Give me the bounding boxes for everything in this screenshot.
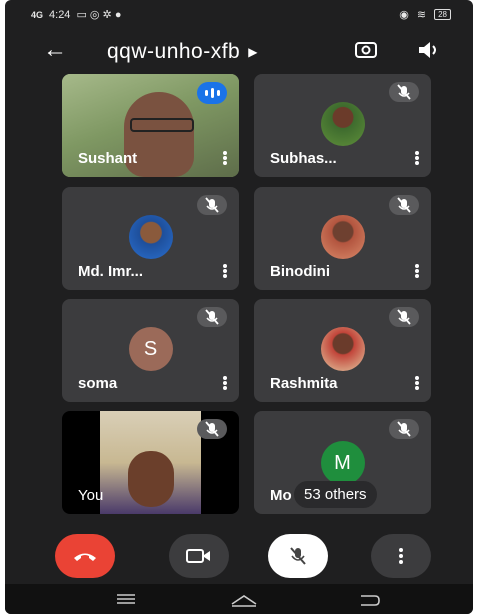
- more-options-icon[interactable]: [223, 264, 227, 278]
- back-nav-icon[interactable]: [357, 592, 381, 608]
- home-icon[interactable]: [229, 592, 259, 608]
- avatar: [128, 215, 173, 259]
- notification-icons: ▭ ◎ ✲ ●: [76, 9, 122, 21]
- status-bar: 4G 4:24 ▭ ◎ ✲ ● ◉ ≋ 28: [5, 0, 473, 28]
- recents-icon[interactable]: [115, 592, 137, 606]
- participant-name: You: [78, 487, 104, 504]
- system-nav-bar: [5, 584, 473, 614]
- participant-name: Binodini: [270, 263, 330, 280]
- mic-off-icon: [197, 195, 227, 215]
- participant-tile[interactable]: Md. Imr...: [62, 187, 239, 290]
- participant-glasses: [130, 118, 194, 132]
- avatar-initial: M: [334, 451, 351, 474]
- avatar: M: [320, 441, 365, 485]
- caret-right-icon: ▶: [248, 45, 258, 59]
- avatar-initial: S: [143, 337, 158, 360]
- mic-off-icon: [389, 82, 419, 102]
- video-camera-icon: [186, 549, 210, 563]
- call-controls: [5, 530, 473, 580]
- camera-toggle-button[interactable]: [169, 534, 229, 578]
- alarm-icon: ◉: [399, 9, 409, 21]
- meet-screen: 4G 4:24 ▭ ◎ ✲ ● ◉ ≋ 28 ← qqw-unho-xfb ▶: [5, 0, 473, 614]
- mic-off-icon: [389, 195, 419, 215]
- more-options-button[interactable]: [371, 534, 431, 578]
- others-count-chip[interactable]: 53 others: [294, 481, 377, 508]
- avatar: [320, 215, 365, 259]
- participant-name: Rashmita: [270, 375, 338, 392]
- speaker-icon[interactable]: [415, 38, 441, 62]
- speaking-badge: [197, 82, 227, 104]
- mic-off-icon: [290, 547, 306, 565]
- mic-off-icon: [389, 307, 419, 327]
- participant-tile[interactable]: Subhas...: [254, 74, 431, 177]
- mic-toggle-button[interactable]: [268, 534, 328, 578]
- participant-name: Subhas...: [270, 150, 337, 167]
- participant-tile[interactable]: Rashmita: [254, 299, 431, 402]
- participant-tile[interactable]: Sushant: [62, 74, 239, 177]
- participant-name: Mo: [270, 487, 292, 504]
- switch-camera-icon[interactable]: [353, 38, 379, 62]
- mic-off-icon: [197, 307, 227, 327]
- status-time: 4:24: [49, 8, 71, 21]
- meeting-code: qqw-unho-xfb: [107, 40, 241, 63]
- meeting-title[interactable]: qqw-unho-xfb ▶: [107, 40, 258, 64]
- mic-off-icon: [197, 419, 227, 439]
- participant-tile[interactable]: S soma: [62, 299, 239, 402]
- self-face: [128, 451, 174, 507]
- mic-off-icon: [389, 419, 419, 439]
- hang-up-icon: [74, 553, 96, 561]
- back-arrow-icon[interactable]: ←: [43, 38, 67, 62]
- signal-icon: 4G: [31, 9, 44, 20]
- avatar: S: [128, 327, 173, 371]
- participant-name: soma: [78, 375, 118, 392]
- battery-icon: 28: [434, 9, 451, 20]
- more-options-icon[interactable]: [415, 151, 419, 165]
- self-tile[interactable]: You: [62, 411, 239, 514]
- more-options-icon[interactable]: [415, 264, 419, 278]
- more-options-icon[interactable]: [223, 151, 227, 165]
- top-bar: ← qqw-unho-xfb ▶: [5, 28, 473, 74]
- participant-tile[interactable]: M Mo 53 others: [254, 411, 431, 514]
- wifi-icon: ≋: [416, 9, 427, 21]
- end-call-button[interactable]: [55, 534, 115, 578]
- more-options-icon[interactable]: [223, 376, 227, 390]
- participant-name: Sushant: [78, 150, 138, 167]
- more-vert-icon: [399, 548, 403, 564]
- avatar: [320, 327, 365, 371]
- more-options-icon[interactable]: [415, 376, 419, 390]
- participant-name: Md. Imr...: [78, 263, 144, 280]
- avatar: [320, 102, 365, 146]
- participant-tile[interactable]: Binodini: [254, 187, 431, 290]
